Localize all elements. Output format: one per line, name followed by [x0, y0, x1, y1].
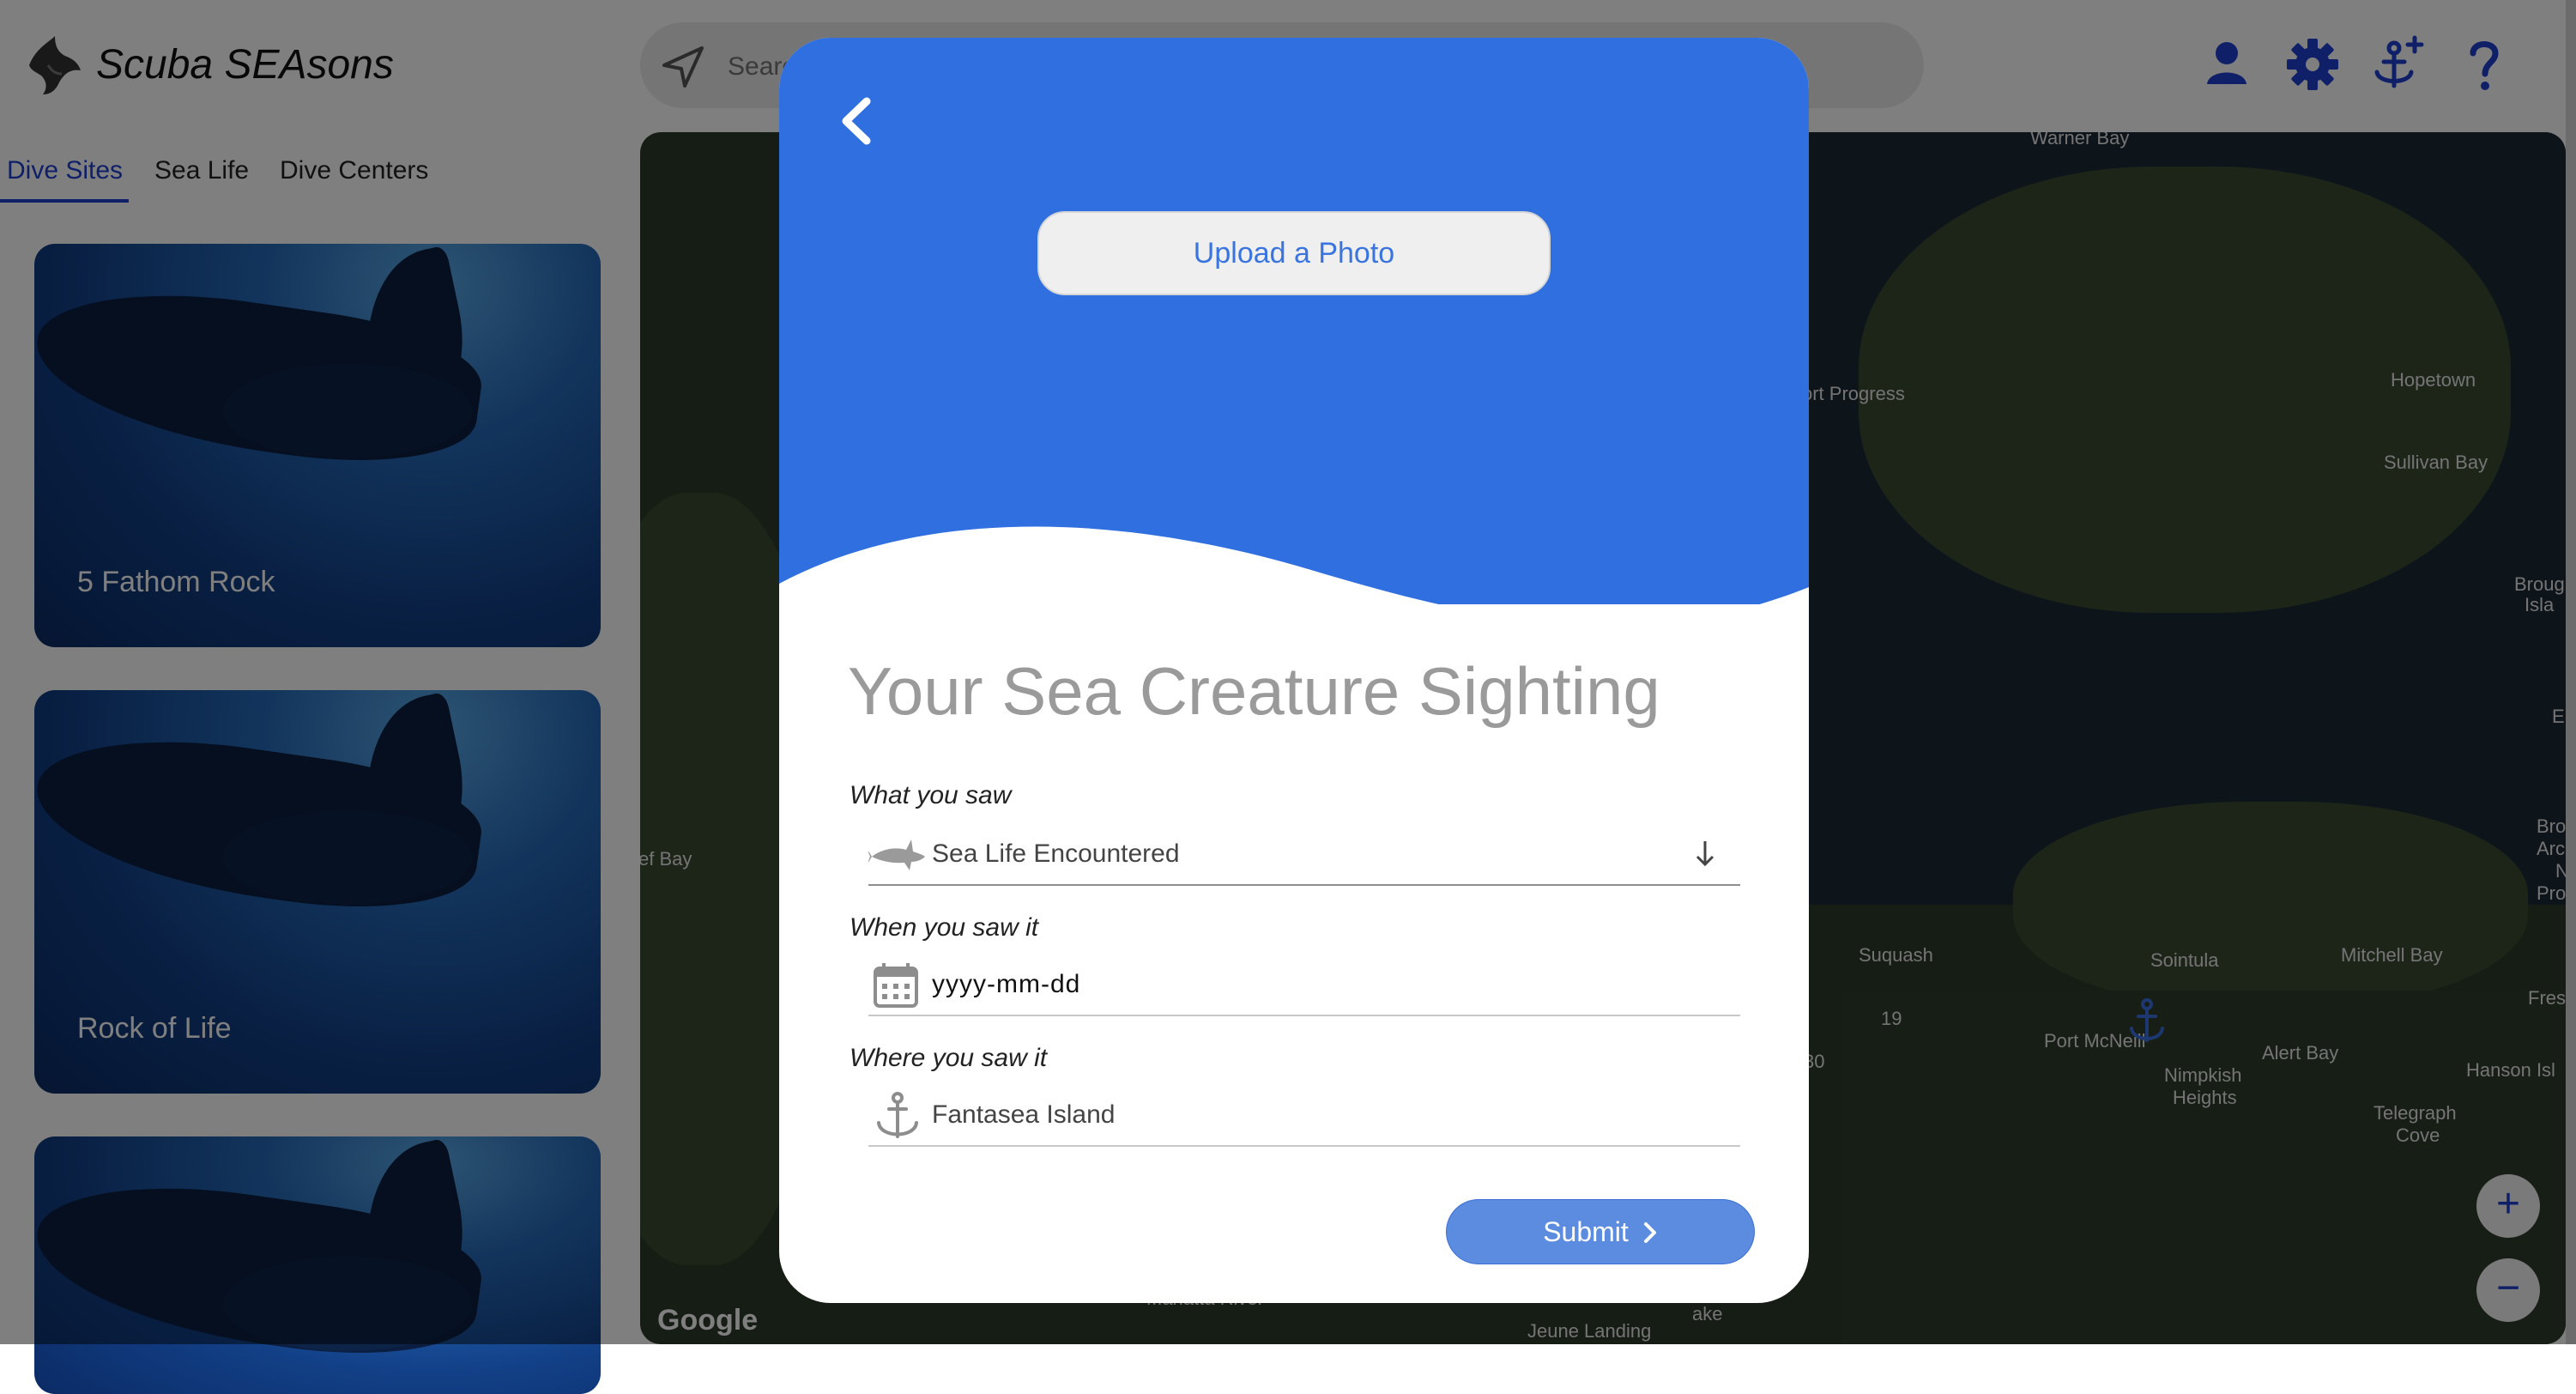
anchor-icon	[877, 1092, 918, 1138]
when-field-label: When you saw it	[850, 913, 1039, 942]
calendar-icon	[874, 963, 918, 1008]
submit-label: Submit	[1543, 1215, 1629, 1247]
shark-icon	[868, 839, 925, 870]
chevron-right-icon	[1643, 1221, 1656, 1243]
submit-button[interactable]: Submit	[1447, 1200, 1754, 1264]
location-input[interactable]: Fantasea Island	[868, 1085, 1740, 1147]
location-value: Fantasea Island	[932, 1100, 1116, 1129]
date-input[interactable]: yyyy-mm-dd	[868, 955, 1740, 1016]
where-field-label: Where you saw it	[850, 1044, 1048, 1072]
sea-life-select[interactable]: Sea Life Encountered	[868, 824, 1740, 886]
back-chevron-icon[interactable]	[831, 91, 882, 151]
sea-life-value: Sea Life Encountered	[932, 839, 1180, 868]
what-field-label: What you saw	[850, 781, 1012, 809]
upload-photo-button[interactable]: Upload a Photo	[1037, 211, 1551, 295]
date-value: yyyy-mm-dd	[932, 970, 1081, 998]
sighting-modal: Upload a Photo Your Sea Creature Sightin…	[779, 38, 1809, 1303]
form-title: Your Sea Creature Sighting	[848, 653, 1660, 729]
arrow-down-icon	[1696, 841, 1714, 867]
